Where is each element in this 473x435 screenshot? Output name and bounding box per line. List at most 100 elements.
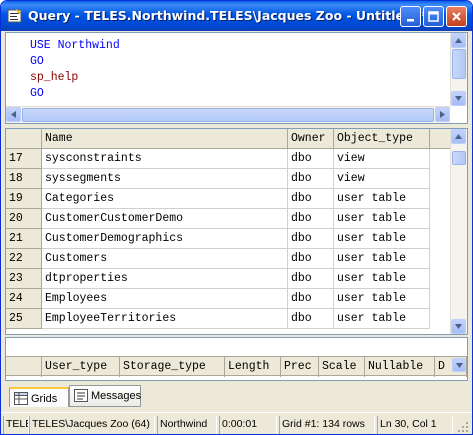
cell-owner[interactable]: dbo [288,169,334,189]
table-row[interactable]: 22 Customers dbo user table [6,249,452,269]
tab-messages[interactable]: Messages [69,385,141,407]
cell-owner[interactable]: dbo [288,209,334,229]
row-number: 22 [6,249,42,269]
maximize-button[interactable] [423,6,444,27]
query-line: USE Northwind [30,39,120,52]
table-row[interactable]: 18 syssegments dbo view [6,169,452,189]
cell-owner[interactable]: dbo [288,189,334,209]
arrow-up-icon [455,134,462,139]
status-bar: TELES TELES\Jacques Zoo (64) Northwind 0… [1,412,472,434]
column-header-length[interactable]: Length [225,357,281,377]
cell-name[interactable]: sysconstraints [42,149,288,169]
row-number: 21 [6,229,42,249]
editor-vertical-scrollbar[interactable] [450,33,467,106]
row-number: 17 [6,149,42,169]
results-grid[interactable]: Name Owner Object_type 17 sysconstraints… [5,128,468,335]
scroll-thumb[interactable] [452,151,466,165]
status-elapsed: 0:00:01 [219,416,277,434]
scroll-down-button[interactable] [452,358,466,372]
status-grid-info: Grid #1: 134 rows [279,416,375,434]
editor-horizontal-scrollbar[interactable] [6,106,450,123]
cell-object-type[interactable]: user table [334,249,430,269]
cell-owner[interactable]: dbo [288,249,334,269]
close-icon [452,12,461,21]
query-window: Query - TELES.Northwind.TELES\Jacques Zo… [0,0,473,435]
resize-grip-icon[interactable] [457,421,469,433]
maximize-icon [428,11,439,22]
arrow-down-icon [455,96,462,101]
cell-owner[interactable]: dbo [288,289,334,309]
column-header-prec[interactable]: Prec [281,357,319,377]
tab-grids[interactable]: Grids [9,387,69,407]
cell-object-type[interactable]: user table [334,269,430,289]
query-line: GO [30,55,44,68]
close-button[interactable] [446,6,467,27]
column-header-scale[interactable]: Scale [319,357,365,377]
cell-owner[interactable]: dbo [288,269,334,289]
table-row[interactable]: 17 sysconstraints dbo view [6,149,452,169]
cell-object-type[interactable]: user table [334,229,430,249]
scroll-down-button[interactable] [451,319,466,334]
column-header-nullable[interactable]: Nullable [365,357,435,377]
cell-name[interactable]: CustomerCustomerDemo [42,209,288,229]
cell-object-type[interactable]: user table [334,309,430,329]
query-window-icon [7,9,22,23]
scroll-thumb[interactable] [452,49,466,79]
grid-header: Name Owner Object_type [6,129,452,149]
cell-object-type[interactable]: user table [334,189,430,209]
cell-name[interactable]: Categories [42,189,288,209]
query-line: GO [30,87,44,100]
title-bar[interactable]: Query - TELES.Northwind.TELES\Jacques Zo… [1,1,472,31]
table-row[interactable]: 19 Categories dbo user table [6,189,452,209]
cell-owner[interactable]: dbo [288,229,334,249]
column-header-object-type[interactable]: Object_type [334,129,430,149]
query-text[interactable]: USE Northwind GO sp_help GO [30,38,120,102]
cell-object-type[interactable]: view [334,149,430,169]
scroll-up-button[interactable] [451,129,466,144]
cell-object-type[interactable]: view [334,169,430,189]
row-number-header [6,129,42,149]
cell-name[interactable]: syssegments [42,169,288,189]
window-title: Query - TELES.Northwind.TELES\Jacques Zo… [28,8,429,23]
cell-object-type[interactable]: user table [334,209,430,229]
tab-messages-label: Messages [91,390,142,402]
scroll-up-button[interactable] [451,33,466,48]
grid-vertical-scrollbar[interactable] [450,129,467,334]
query-line: sp_help [30,71,79,84]
minimize-icon [407,19,414,22]
column-header-owner[interactable]: Owner [288,129,334,149]
grid2-header: User_type Storage_type Length Prec Scale… [6,356,467,377]
scroll-left-button[interactable] [6,107,21,122]
cell-name[interactable]: EmployeeTerritories [42,309,288,329]
tab-grids-label: Grids [31,393,58,405]
table-row[interactable]: 25 EmployeeTerritories dbo user table [6,309,452,329]
row-number: 19 [6,189,42,209]
cell-name[interactable]: Customers [42,249,288,269]
cell-owner[interactable]: dbo [288,309,334,329]
results-grid-2[interactable]: User_type Storage_type Length Prec Scale… [5,337,468,381]
column-header-user-type[interactable]: User_type [42,357,120,377]
cell-object-type[interactable]: user table [334,289,430,309]
column-header-name[interactable]: Name [42,129,288,149]
cell-name[interactable]: CustomerDemographics [42,229,288,249]
status-database: Northwind [157,416,217,434]
status-server: TELES [3,416,29,434]
minimize-button[interactable] [400,6,421,27]
cell-name[interactable]: dtproperties [42,269,288,289]
table-row[interactable]: 21 CustomerDemographics dbo user table [6,229,452,249]
query-editor[interactable]: USE Northwind GO sp_help GO [5,32,468,124]
table-row[interactable]: 20 CustomerCustomerDemo dbo user table [6,209,452,229]
scroll-thumb[interactable] [22,108,434,122]
status-user: TELES\Jacques Zoo (64) [29,416,155,434]
arrow-right-icon [440,111,445,118]
cell-owner[interactable]: dbo [288,149,334,169]
arrow-down-icon [455,324,462,329]
scroll-right-button[interactable] [435,107,450,122]
table-row[interactable]: 24 Employees dbo user table [6,289,452,309]
scroll-down-button[interactable] [451,91,466,106]
table-row[interactable]: 23 dtproperties dbo user table [6,269,452,289]
row-number: 24 [6,289,42,309]
column-header-storage-type[interactable]: Storage_type [120,357,225,377]
cell-name[interactable]: Employees [42,289,288,309]
result-tabs: Grids Messages [5,384,468,408]
